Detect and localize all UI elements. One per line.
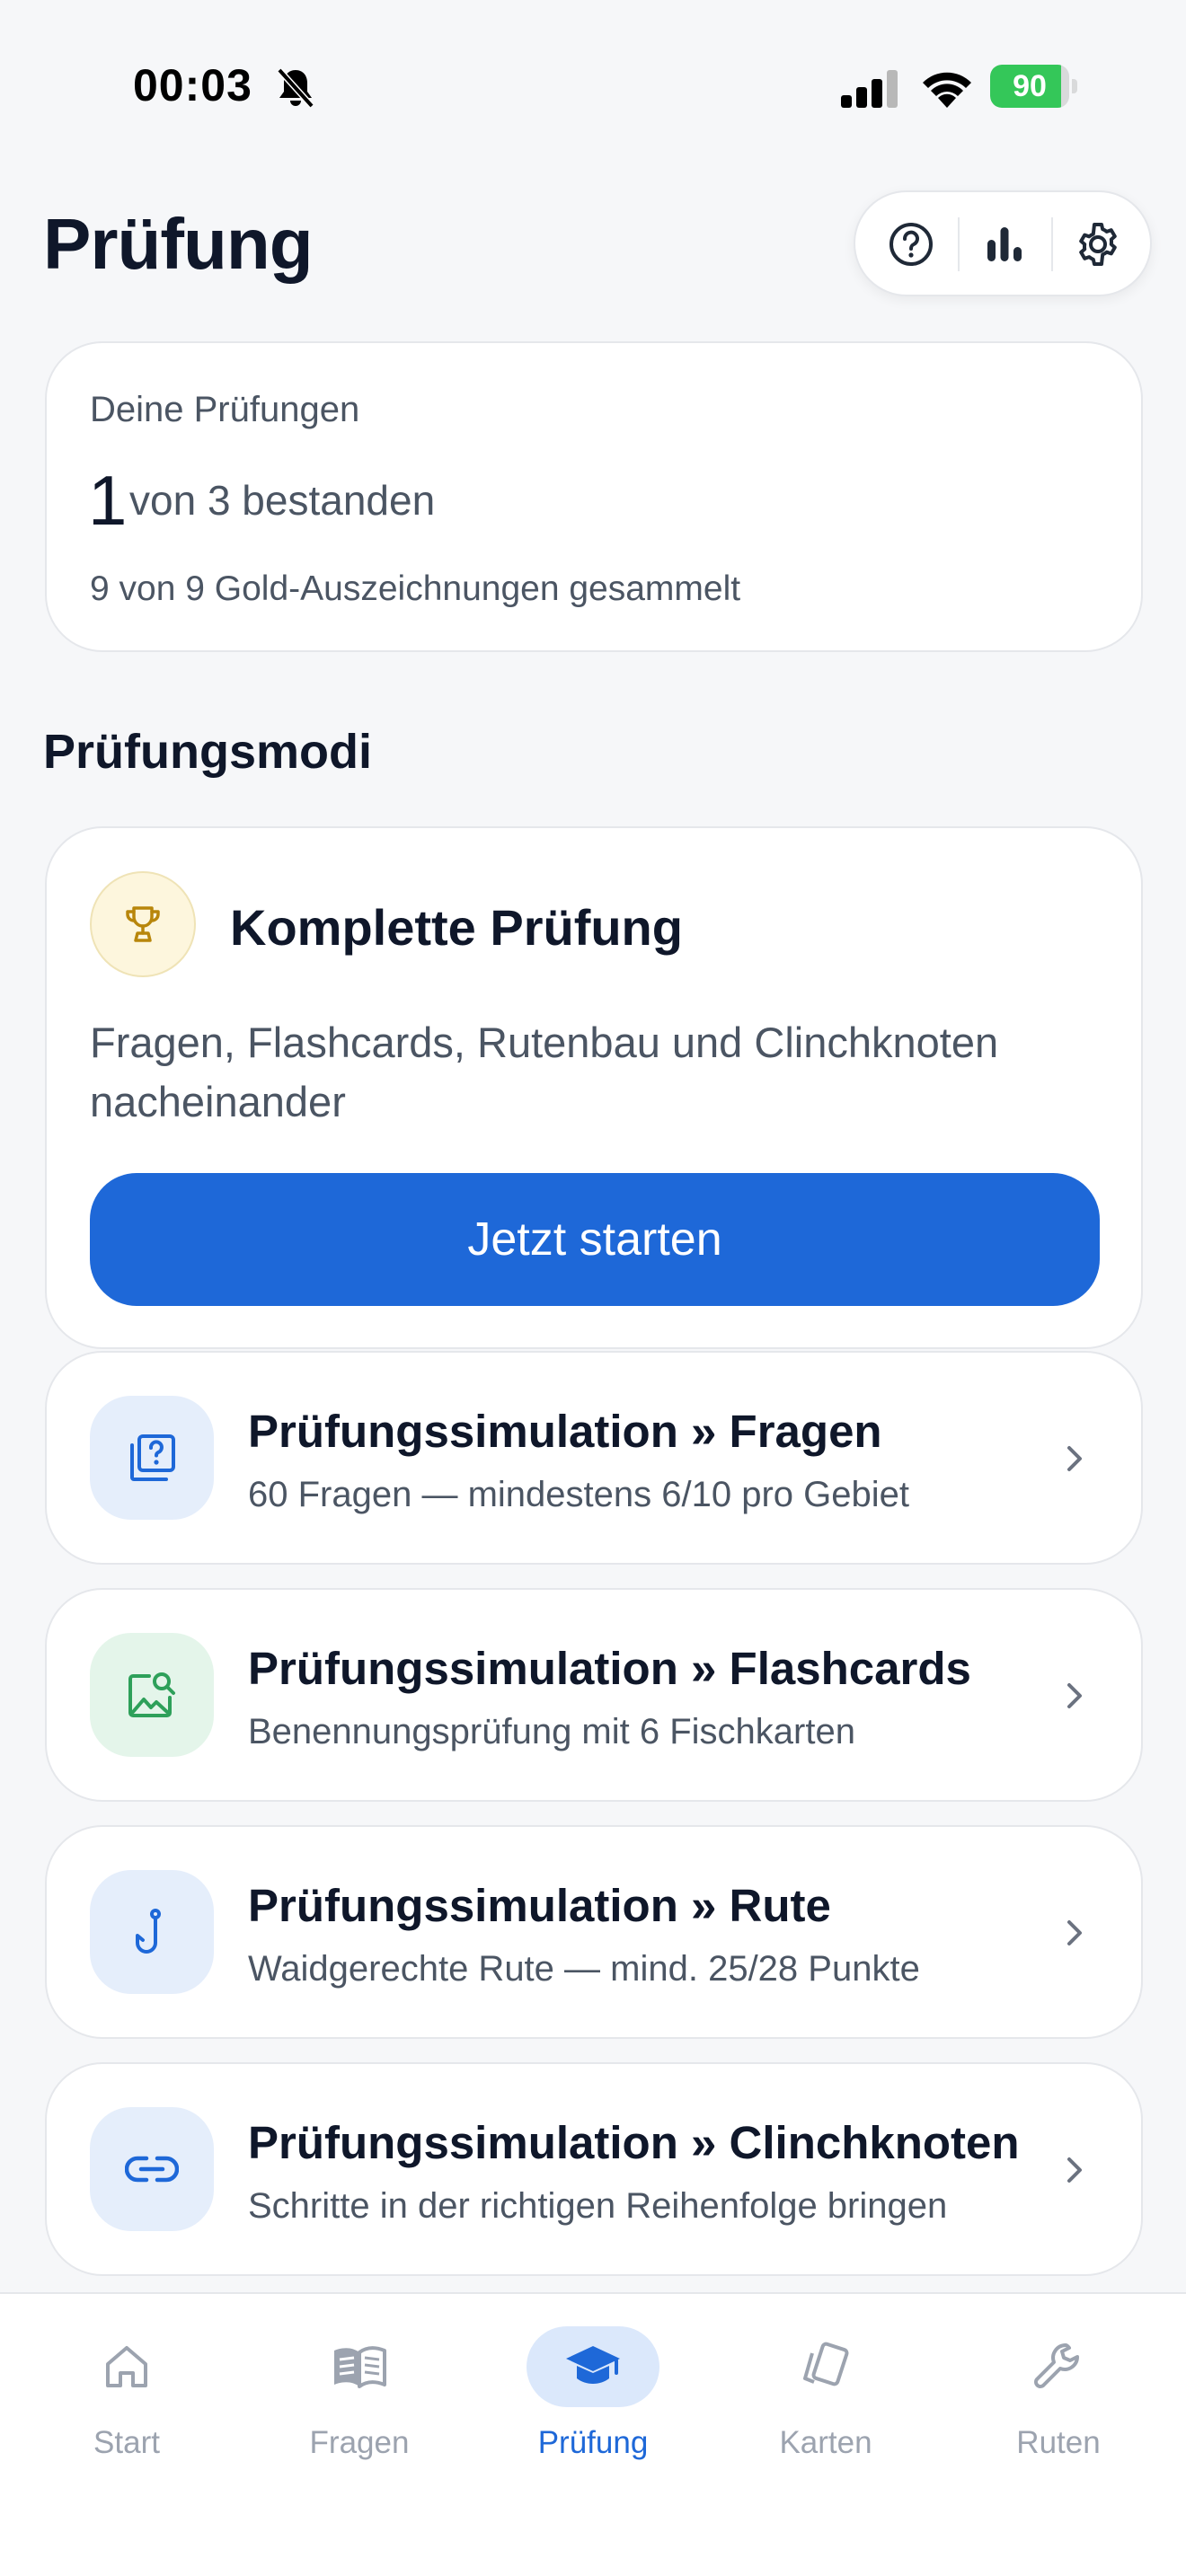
link-icon [125,2156,179,2183]
settings-icon [1079,223,1117,266]
status-time: 00:03 [133,60,252,110]
complete-exam-card: Komplette Prüfung Fragen, Flashcards, Ru… [45,826,1143,1349]
page-title: Prüfung [43,204,314,284]
bottom-tab-bar: Start Fragen Prüfung Karten Ruten [0,2292,1186,2576]
help-button[interactable] [877,210,945,278]
summary-heading: Deine Prüfungen [90,390,360,429]
mode-row-flashcards[interactable]: Prüfungssimulation » Flashcards Benennun… [45,1588,1143,1802]
tab-label: Karten [779,2425,872,2460]
mode-subtitle: Schritte in der richtigen Reihenfolge br… [248,2186,948,2226]
tab-label: Ruten [1016,2425,1101,2460]
chevron-right-icon [1067,1446,1082,1471]
help-icon [890,223,933,266]
chevron-right-icon [1067,1683,1082,1708]
hero-title: Komplette Prüfung [230,899,683,956]
mode-icon-badge [90,1870,214,1994]
trophy-icon [126,906,160,942]
passed-count: 1 [88,461,128,540]
question-cards-icon [130,1434,175,1481]
bell-off-icon [277,67,314,109]
wrench-icon [1034,2343,1079,2388]
mode-title: Prüfungssimulation » Flashcards [248,1643,971,1694]
battery-indicator: 90 [990,65,1078,108]
section-title: Prüfungsmodi [43,725,372,779]
graduation-cap-icon [566,2346,620,2384]
tab-fragen[interactable]: Fragen [270,2326,449,2470]
tab-label: Start [93,2425,160,2460]
tab-pruefung[interactable]: Prüfung [503,2326,683,2470]
tab-start[interactable]: Start [37,2326,217,2470]
gold-awards-text: 9 von 9 Gold-Auszeichnungen gesammelt [90,569,741,608]
mode-subtitle: 60 Fragen — mindestens 6/10 pro Gebiet [248,1475,909,1514]
mode-subtitle: Benennungsprüfung mit 6 Fischkarten [248,1712,855,1751]
book-icon [334,2346,386,2388]
cards-icon [803,2342,849,2386]
header-toolbar [854,190,1152,296]
tab-karten[interactable]: Karten [736,2326,916,2470]
stats-icon [987,227,1022,261]
stats-button[interactable] [970,210,1039,278]
passed-label: von 3 bestanden [129,477,436,524]
cellular-signal-icon [841,70,898,108]
mode-title: Prüfungssimulation » Fragen [248,1406,882,1457]
exam-summary-card: Deine Prüfungen 1 von 3 bestanden 9 von … [45,341,1143,652]
mode-icon-badge [90,2107,214,2231]
mode-title: Prüfungssimulation » Clinchknoten [248,2117,1020,2168]
image-search-icon [128,1672,175,1717]
tab-label: Prüfung [537,2425,649,2460]
mode-icon-badge [90,1396,214,1520]
tab-ruten[interactable]: Ruten [969,2326,1148,2470]
mode-title: Prüfungssimulation » Rute [248,1880,831,1931]
hero-icon-badge [90,871,196,977]
hero-description: Fragen, Flashcards, Rutenbau und Clinchk… [90,1019,999,1125]
chevron-right-icon [1067,2157,1082,2183]
start-exam-button[interactable]: Jetzt starten [90,1173,1100,1306]
settings-button[interactable] [1064,210,1132,278]
battery-percent: 90 [1013,69,1047,103]
home-icon [106,2346,147,2387]
tab-label: Fragen [309,2425,410,2460]
fishhook-icon [136,1909,161,1954]
mode-row-clinch-knot[interactable]: Prüfungssimulation » Clinchknoten Schrit… [45,2062,1143,2276]
mode-row-rod[interactable]: Prüfungssimulation » Rute Waidgerechte R… [45,1825,1143,2039]
mode-subtitle: Waidgerechte Rute — mind. 25/28 Punkte [248,1949,920,1989]
mode-icon-badge [90,1633,214,1757]
mode-row-questions[interactable]: Prüfungssimulation » Fragen 60 Fragen — … [45,1351,1143,1565]
wifi-icon [923,72,971,108]
status-bar: 00:03 90 [0,0,1186,171]
chevron-right-icon [1067,1920,1082,1945]
